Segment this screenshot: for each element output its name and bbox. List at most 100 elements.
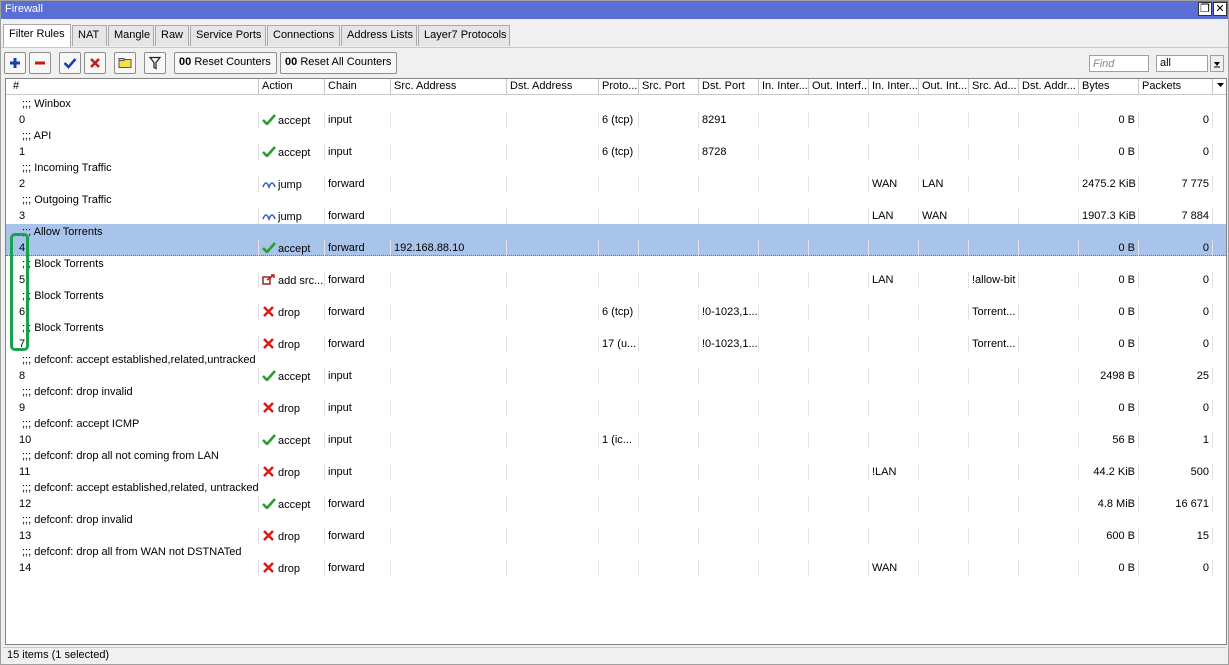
column-header-src-address[interactable]: Src. Address (391, 79, 507, 95)
action-label: jump (278, 179, 302, 191)
comment-row[interactable]: ;;; Block Torrents (6, 320, 1226, 336)
column-header-in-interface-list[interactable]: In. Inter... (869, 79, 919, 95)
tab-connections[interactable]: Connections (267, 25, 340, 46)
filter-button[interactable] (144, 52, 166, 74)
column-menu-button[interactable] (1213, 79, 1226, 95)
cell-chain: input (325, 464, 391, 480)
cell-num: 9 (6, 400, 259, 416)
comment-row[interactable]: ;;; Block Torrents (6, 288, 1226, 304)
table-row[interactable]: 9 drop input 0 B0 (6, 400, 1226, 416)
cell-in-interface (759, 528, 809, 544)
comment-row[interactable]: ;;; defconf: accept established,related,… (6, 352, 1226, 368)
table-row[interactable]: 14 drop forward WAN 0 B0 (6, 560, 1226, 576)
column-header-dst-address[interactable]: Dst. Address (507, 79, 599, 95)
rule-comment: ;;; Block Torrents (22, 290, 104, 302)
table-row[interactable]: 12 accept forward 4.8 MiB 16 671 (6, 496, 1226, 512)
table-row[interactable]: 4 accept forward 192.168.88.10 0 B0 (6, 240, 1226, 256)
tab-layer7-protocols[interactable]: Layer7 Protocols (418, 25, 510, 46)
filter-select[interactable]: all (1156, 55, 1208, 72)
reset-counters-button[interactable]: 00 Reset Counters (174, 52, 277, 74)
comment-row[interactable]: ;;; defconf: drop all from WAN not DSTNA… (6, 544, 1226, 560)
disable-button[interactable] (84, 52, 106, 74)
column-header-protocol[interactable]: Proto... (599, 79, 639, 95)
reset-all-counters-button[interactable]: 00 Reset All Counters (280, 52, 398, 74)
remove-button[interactable] (29, 52, 51, 74)
comment-row[interactable]: ;;; defconf: drop invalid (6, 384, 1226, 400)
column-header-src-port[interactable]: Src. Port (639, 79, 699, 95)
table-row[interactable]: 1 accept input 6 (tcp) 8728 0 B0 (6, 144, 1226, 160)
comment-row[interactable]: ;;; Allow Torrents (6, 224, 1226, 240)
comment-row[interactable]: ;;; defconf: drop invalid (6, 512, 1226, 528)
cell-chain: forward (325, 208, 391, 224)
table-row[interactable]: 3 jump forward LAN WAN 1907.3 KiB 7 884 (6, 208, 1226, 224)
cell-chain: input (325, 112, 391, 128)
action-label: accept (278, 435, 311, 447)
cell-in-interface-list: WAN (869, 560, 919, 576)
comment-row[interactable]: ;;; defconf: drop all not coming from LA… (6, 448, 1226, 464)
close-icon[interactable]: ✕ (1213, 2, 1227, 16)
filter-select-arrow[interactable] (1210, 55, 1224, 72)
tab-nat[interactable]: NAT (72, 25, 107, 46)
column-header-packets[interactable]: Packets (1139, 79, 1213, 95)
comment-row[interactable]: ;;; defconf: accept ICMP (6, 416, 1226, 432)
cell-src-address (391, 464, 507, 480)
cell-dst-port (699, 208, 759, 224)
cell-packets: 0 (1139, 560, 1213, 576)
cell-in-interface (759, 464, 809, 480)
table-row[interactable]: 11 drop input !LAN 44.2 KiB 500 (6, 464, 1226, 480)
table-row[interactable]: 7 drop forward 17 (u... !0-1023,1... Torrent.… (6, 336, 1226, 352)
title-bar[interactable]: Firewall ❐ ✕ (1, 1, 1228, 19)
comment-row[interactable]: ;;; Incoming Traffic (6, 160, 1226, 176)
table-row[interactable]: 13 drop forward 600 B 15 (6, 528, 1226, 544)
cell-in-interface (759, 240, 809, 256)
table-row[interactable]: 2 jump forward WAN LAN 2475.2 KiB 7 775 (6, 176, 1226, 192)
comment-row[interactable]: ;;; defconf: accept established,related,… (6, 480, 1226, 496)
column-header-src-address-list[interactable]: Src. Ad... (969, 79, 1019, 95)
tab-service-ports[interactable]: Service Ports (190, 25, 266, 46)
table-row[interactable]: 6 drop forward 6 (tcp) !0-1023,1... Torrent..… (6, 304, 1226, 320)
column-header-dst-address-list[interactable]: Dst. Addr... (1019, 79, 1079, 95)
check-icon (63, 58, 77, 69)
cell-num: 6 (6, 304, 259, 320)
cell-dst-address-list (1019, 144, 1079, 160)
comment-row[interactable]: ;;; API (6, 128, 1226, 144)
cell-src-port (639, 528, 699, 544)
cell-dst-address (507, 112, 599, 128)
column-header-in-interface[interactable]: In. Inter... (759, 79, 809, 95)
cell-protocol (599, 496, 639, 512)
comment-row[interactable]: ;;; Block Torrents (6, 256, 1226, 272)
table-row[interactable]: 10 accept input 1 (ic... 56 B1 (6, 432, 1226, 448)
find-input[interactable] (1089, 55, 1149, 72)
enable-button[interactable] (59, 52, 81, 74)
tab-filter-rules[interactable]: Filter Rules (3, 24, 71, 47)
comment-row[interactable]: ;;; Outgoing Traffic (6, 192, 1226, 208)
tab-address-lists[interactable]: Address Lists (341, 25, 417, 46)
cell-action: jump (259, 176, 325, 192)
column-header-chain[interactable]: Chain (325, 79, 391, 95)
cell-dst-address-list (1019, 496, 1079, 512)
add-button[interactable] (4, 52, 26, 74)
tab-mangle[interactable]: Mangle (108, 25, 154, 46)
cell-bytes: 0 B (1079, 144, 1139, 160)
table-row[interactable]: 8 accept input 2498 B 25 (6, 368, 1226, 384)
cell-in-interface (759, 112, 809, 128)
tab-raw[interactable]: Raw (155, 25, 189, 46)
cell-src-address (391, 112, 507, 128)
column-header-dst-port[interactable]: Dst. Port (699, 79, 759, 95)
table-row[interactable]: 5 add src... forward LAN !allow-bit 0 B0 (6, 272, 1226, 288)
cell-src-port (639, 112, 699, 128)
column-header-num[interactable]: # (6, 79, 259, 95)
comment-row[interactable]: ;;; Winbox (6, 96, 1226, 112)
action-label: drop (278, 467, 301, 479)
column-header-action[interactable]: Action (259, 79, 325, 95)
comment-button[interactable] (114, 52, 136, 74)
column-header-out-interface[interactable]: Out. Interf... (809, 79, 869, 95)
column-header-bytes[interactable]: Bytes (1079, 79, 1139, 95)
cell-src-port (639, 400, 699, 416)
column-header-out-interface-list[interactable]: Out. Int... (919, 79, 969, 95)
check-icon (262, 114, 278, 127)
action-label: accept (278, 371, 311, 383)
table-row[interactable]: 0 accept input 6 (tcp) 8291 0 B0 (6, 112, 1226, 128)
cell-out-interface-list (919, 240, 969, 256)
restore-icon[interactable]: ❐ (1198, 2, 1212, 16)
